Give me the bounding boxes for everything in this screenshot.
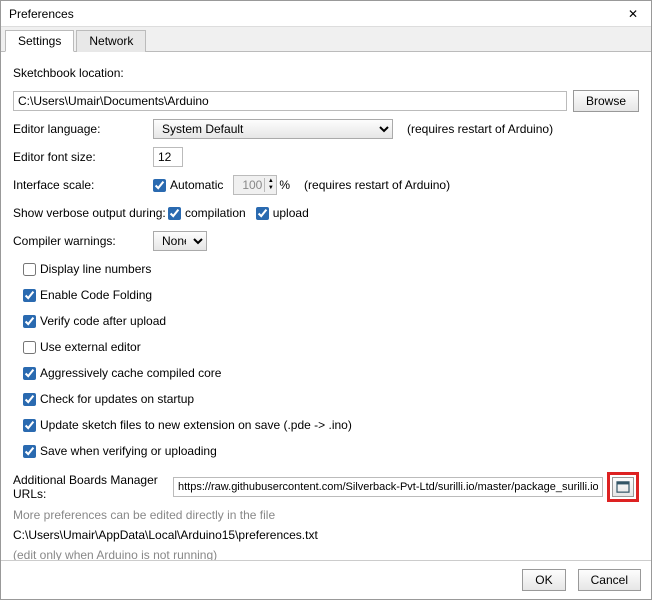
highlight-box: [607, 472, 639, 502]
pct-symbol: %: [279, 178, 290, 192]
enable-code-folding-checkbox[interactable]: Enable Code Folding: [23, 288, 152, 302]
boards-url-input[interactable]: [173, 477, 603, 497]
save-when-verify-checkbox[interactable]: Save when verifying or uploading: [23, 444, 217, 458]
external-editor-checkbox[interactable]: Use external editor: [23, 340, 141, 354]
verbose-label: Show verbose output during:: [13, 206, 168, 220]
sketchbook-path-input[interactable]: [13, 91, 567, 111]
dialog-footer: OK Cancel: [1, 560, 651, 599]
compiler-warnings-select[interactable]: None: [153, 231, 207, 251]
interface-scale-label: Interface scale:: [13, 178, 153, 192]
prefs-file-path: C:\Users\Umair\AppData\Local\Arduino15\p…: [13, 528, 639, 542]
auto-scale-input[interactable]: [153, 179, 166, 192]
editor-font-label: Editor font size:: [13, 150, 153, 164]
boards-url-label: Additional Boards Manager URLs:: [13, 473, 173, 501]
window-title: Preferences: [9, 7, 74, 21]
check-updates-checkbox[interactable]: Check for updates on startup: [23, 392, 194, 406]
scale-note: (requires restart of Arduino): [304, 178, 450, 192]
spinner-arrows-icon[interactable]: ▲▼: [264, 178, 276, 192]
open-urls-window-button[interactable]: [612, 477, 634, 497]
tab-settings[interactable]: Settings: [5, 30, 74, 52]
update-ext-checkbox[interactable]: Update sketch files to new extension on …: [23, 418, 352, 432]
cancel-button[interactable]: Cancel: [578, 569, 641, 591]
verbose-compilation-checkbox[interactable]: compilation: [168, 206, 246, 220]
ok-button[interactable]: OK: [522, 569, 565, 591]
preferences-window: Preferences ✕ Settings Network Sketchboo…: [0, 0, 652, 600]
auto-scale-checkbox[interactable]: Automatic: [153, 178, 223, 192]
display-line-numbers-checkbox[interactable]: Display line numbers: [23, 262, 151, 276]
titlebar: Preferences ✕: [1, 1, 651, 27]
scale-spinner[interactable]: ▲▼: [233, 175, 277, 195]
verify-after-upload-checkbox[interactable]: Verify code after upload: [23, 314, 166, 328]
more-prefs-line1: More preferences can be edited directly …: [13, 508, 639, 522]
more-prefs-line2: (edit only when Arduino is not running): [13, 548, 639, 560]
editor-language-note: (requires restart of Arduino): [407, 122, 553, 136]
sketchbook-label: Sketchbook location:: [13, 66, 124, 80]
window-icon: [616, 481, 630, 493]
browse-button[interactable]: Browse: [573, 90, 639, 112]
verbose-upload-checkbox[interactable]: upload: [256, 206, 309, 220]
editor-font-input[interactable]: [153, 147, 183, 167]
aggr-cache-checkbox[interactable]: Aggressively cache compiled core: [23, 366, 221, 380]
scale-value: [234, 177, 264, 193]
verbose-upload-input[interactable]: [256, 207, 269, 220]
auto-scale-text: Automatic: [170, 178, 223, 192]
editor-language-label: Editor language:: [13, 122, 153, 136]
close-icon[interactable]: ✕: [623, 7, 643, 21]
tab-strip: Settings Network: [1, 27, 651, 52]
verbose-compilation-input[interactable]: [168, 207, 181, 220]
editor-language-select[interactable]: System Default: [153, 119, 393, 139]
compiler-warnings-label: Compiler warnings:: [13, 234, 153, 248]
tab-network[interactable]: Network: [76, 30, 146, 52]
settings-panel: Sketchbook location: Browse Editor langu…: [1, 52, 651, 560]
